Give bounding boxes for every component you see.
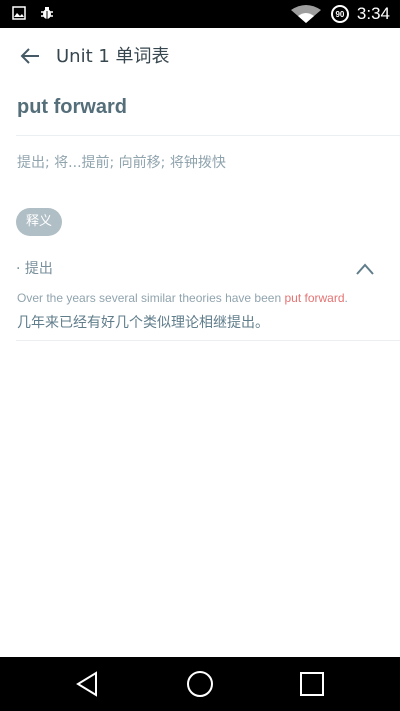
example-english: Over the years several similar theories … [17, 291, 389, 305]
status-bar: 90 3:34 [0, 0, 400, 28]
bug-icon [41, 7, 53, 19]
nav-bar [0, 657, 400, 711]
sense-header[interactable]: · 提出 [16, 258, 384, 280]
headword: put forward [17, 96, 127, 118]
toolbar: Unit 1 单词表 [0, 28, 400, 84]
example-en-before: Over the years several similar theories … [17, 291, 285, 305]
wifi-icon [290, 5, 321, 23]
divider [16, 135, 400, 136]
divider [16, 340, 400, 341]
status-time: 3:34 [356, 4, 390, 23]
battery-level: 90 [335, 9, 345, 19]
example-en-highlight: put forward [284, 291, 345, 305]
screen: 90 3:34 Unit 1 单词表 put forward 提出; 将...提… [0, 0, 400, 711]
recents-square-icon[interactable] [298, 670, 326, 698]
arrow-left-icon[interactable] [18, 44, 42, 68]
example-chinese: 几年来已经有好几个类似理论相继提出。 [17, 315, 269, 331]
definition-chip: 释义 [16, 208, 63, 236]
image-icon [12, 6, 26, 20]
meaning-summary: 提出; 将...提前; 向前移; 将钟拨快 [17, 155, 226, 171]
page-title: Unit 1 单词表 [56, 46, 170, 67]
example-en-after: . [344, 291, 348, 305]
back-triangle-icon[interactable] [74, 670, 102, 698]
battery-icon: 90 [330, 5, 349, 23]
status-left-icons [12, 5, 54, 21]
chevron-up-icon[interactable] [354, 260, 376, 278]
home-circle-icon[interactable] [186, 670, 214, 698]
status-right-icons: 90 3:34 [289, 0, 390, 28]
sense-label: · 提出 [16, 261, 53, 277]
